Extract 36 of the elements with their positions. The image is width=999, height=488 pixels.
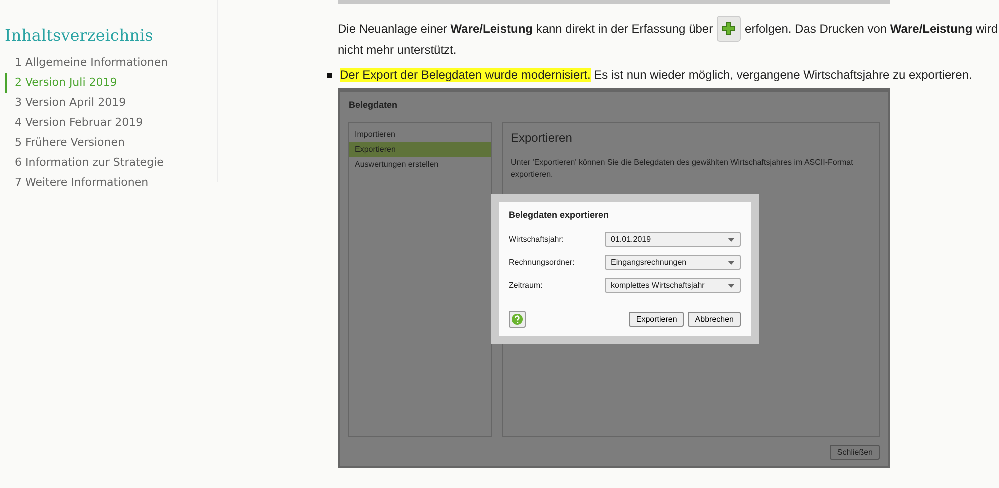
toc-link[interactable]: 6 Information zur Strategie <box>5 153 164 173</box>
nav-item[interactable]: Auswertungen erstellen <box>349 157 491 172</box>
paragraph-text: erfolgen. Das Drucken von Ware/Leistung wird <box>745 21 998 38</box>
nav-item[interactable]: Importieren <box>349 127 491 142</box>
dropdown[interactable]: komplettes Wirtschaftsjahr <box>605 278 741 293</box>
paragraph-text: Die Neuanlage einer Ware/Leistung kann direkt in der Erfassung über <box>338 21 714 38</box>
caret-icon <box>728 284 735 288</box>
field-label: Wirtschaftsjahr: <box>509 235 566 244</box>
dialog-title: Belegdaten exportieren <box>509 210 610 220</box>
help-button[interactable] <box>509 311 526 328</box>
plus-icon <box>722 22 736 36</box>
toc-link[interactable]: 7 Weitere Informationen <box>5 173 149 193</box>
help-icon <box>512 314 523 325</box>
toc-link[interactable]: 1 Allgemeine Informationen <box>5 53 168 73</box>
toc-link[interactable]: 3 Version April 2019 <box>5 93 126 113</box>
nav-item[interactable]: Exportieren <box>349 142 491 157</box>
close-button[interactable]: Schließen <box>830 445 880 460</box>
toc-link[interactable]: 5 Frühere Versionen <box>5 133 125 153</box>
panel-description: Unter 'Exportieren' können Sie die Belegdaten des gewählten Wirtschaftsjahres im ASCII-Format exportieren. <box>511 157 854 181</box>
paragraph-text: nicht mehr unterstützt. <box>338 43 457 57</box>
dropdown[interactable]: Eingangsrechnungen <box>605 255 741 270</box>
dialog-button[interactable]: Abbrechen <box>688 312 741 327</box>
panel-heading: Exportieren <box>511 131 574 145</box>
toc-title: Inhaltsverzeichnis <box>5 26 154 45</box>
dropdown[interactable]: 01.01.2019 <box>605 232 741 247</box>
field-label: Zeitraum: <box>509 281 544 290</box>
caret-icon <box>728 238 735 242</box>
toc-link[interactable]: 2 Version Juli 2019 <box>5 73 118 93</box>
caret-icon <box>728 260 735 264</box>
highlighted-text: Der Export der Belegdaten wurde modernisiert. <box>340 68 591 82</box>
field-label: Rechnungsordner: <box>509 258 576 267</box>
paragraph-text: Es ist nun wieder möglich, vergangene Wirtschaftsjahre zu exportieren. <box>594 68 972 82</box>
dialog-button[interactable]: Exportieren <box>629 312 684 327</box>
window-title: Belegdaten <box>348 99 399 112</box>
bullet-icon <box>327 72 332 78</box>
toc-link[interactable]: 4 Version Februar 2019 <box>5 113 144 133</box>
